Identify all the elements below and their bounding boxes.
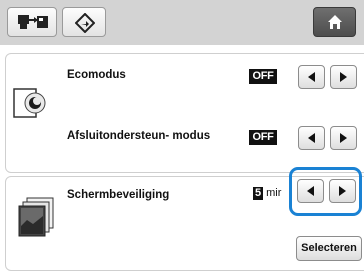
screensaver-images-icon: [18, 197, 54, 237]
screensaver-value: 5 mir: [253, 187, 281, 200]
home-button[interactable]: [313, 7, 356, 37]
eco-mode-left-button[interactable]: [298, 65, 325, 89]
shutoff-support-value: OFF: [249, 130, 277, 145]
shutoff-support-left-button[interactable]: [298, 126, 325, 150]
machine-connect-icon: [18, 15, 48, 29]
top-toolbar: [0, 0, 364, 45]
diamond-arrow-icon: [75, 13, 95, 33]
left-arrow-icon: [308, 72, 315, 82]
shutoff-support-label: Afsluitondersteun- modus: [67, 130, 211, 142]
screensaver-unit: mir: [266, 187, 282, 199]
eco-mode-label: Ecomodus: [67, 69, 126, 81]
eco-mode-right-button[interactable]: [330, 65, 357, 89]
home-icon: [328, 15, 342, 29]
right-arrow-icon: [340, 133, 347, 143]
right-arrow-icon: [340, 72, 347, 82]
left-arrow-icon: [308, 133, 315, 143]
select-button[interactable]: Selecteren: [296, 236, 362, 261]
pattern-button[interactable]: [62, 7, 106, 37]
eco-sleep-icon: [13, 88, 46, 118]
highlight-box: [289, 167, 362, 216]
screensaver-label: Schermbeveiliging: [67, 189, 170, 201]
shutoff-support-right-button[interactable]: [330, 126, 357, 150]
screensaver-minutes: 5: [253, 187, 264, 200]
machine-connect-button[interactable]: [7, 7, 57, 37]
eco-mode-value: OFF: [249, 69, 277, 84]
